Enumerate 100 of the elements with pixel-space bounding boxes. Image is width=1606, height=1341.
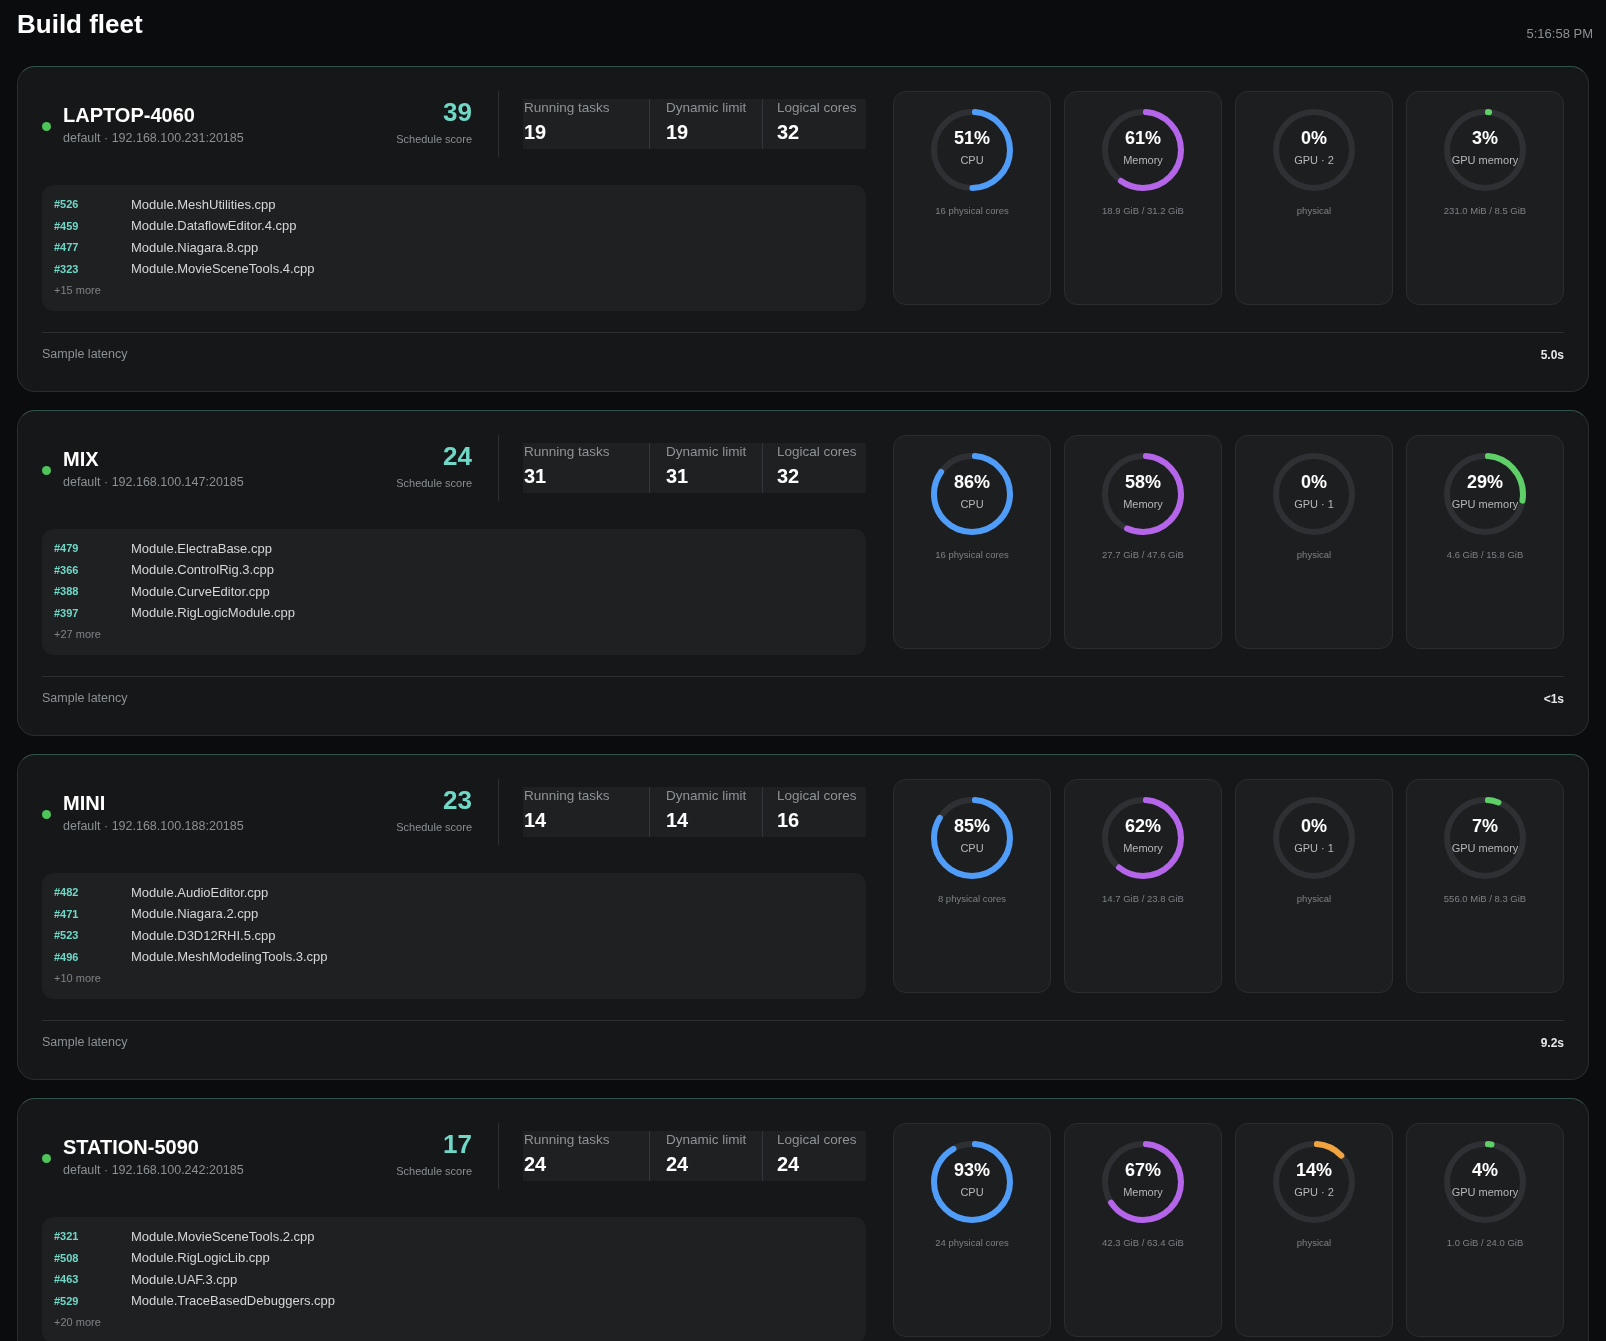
gauge-detail: 4.6 GiB / 15.8 GiB xyxy=(1446,547,1524,562)
schedule-score: 24 xyxy=(443,439,472,473)
task-id: #323 xyxy=(54,261,80,277)
stat-label: Dynamic limit xyxy=(666,98,748,117)
stat-value: 16 xyxy=(777,807,801,833)
more-count: +10 more xyxy=(54,970,102,986)
gauge-percent: 67% xyxy=(1125,1159,1161,1181)
stat-label: Running tasks xyxy=(524,786,611,805)
task-file: Module.AudioEditor.cpp xyxy=(131,883,269,902)
gauge-percent: 7% xyxy=(1472,815,1498,837)
latency-value: 9.2s xyxy=(1540,1034,1564,1052)
stat-label: Running tasks xyxy=(524,98,611,117)
gauge-percent: 58% xyxy=(1125,471,1161,493)
task-id: #459 xyxy=(54,218,80,234)
more-count: +15 more xyxy=(54,282,102,298)
gauge-percent: 0% xyxy=(1301,471,1327,493)
latency-value: <1s xyxy=(1543,690,1564,708)
task-file: Module.RigLogicModule.cpp xyxy=(131,604,296,622)
gauge-detail: physical xyxy=(1296,1235,1332,1250)
task-file: Module.MeshModelingTools.3.cpp xyxy=(131,948,328,966)
gauge-label: CPU xyxy=(960,153,984,168)
score-label: Schedule score xyxy=(396,819,472,835)
stat-value: 14 xyxy=(666,807,690,833)
gauge-percent: 4% xyxy=(1472,1159,1498,1181)
gauge-percent: 3% xyxy=(1472,127,1498,149)
gauge-percent: 51% xyxy=(954,127,990,149)
task-id: #321 xyxy=(54,1229,80,1244)
task-id: #388 xyxy=(54,584,80,599)
gauge-detail: physical xyxy=(1296,891,1332,906)
latency-value: 5.0s xyxy=(1540,346,1564,364)
stat-value: 24 xyxy=(777,1151,801,1177)
task-file: Module.MovieSceneTools.2.cpp xyxy=(131,1227,315,1246)
gauge-percent: 14% xyxy=(1296,1159,1332,1181)
gauge-percent: 0% xyxy=(1301,127,1327,149)
task-id: #508 xyxy=(54,1250,80,1266)
stat-label: Dynamic limit xyxy=(666,442,748,461)
host-address: default · 192.168.100.242:20185 xyxy=(63,1161,244,1179)
task-id: #479 xyxy=(54,541,80,556)
stat-value: 31 xyxy=(666,463,690,489)
stat-label: Dynamic limit xyxy=(666,1130,748,1149)
task-id: #526 xyxy=(54,197,80,212)
gauge-detail: physical xyxy=(1296,203,1332,218)
page-title: Build fleet xyxy=(17,8,143,40)
gauge-label: GPU memory xyxy=(1451,497,1519,512)
stat-label: Running tasks xyxy=(524,1130,611,1149)
schedule-score: 17 xyxy=(443,1127,472,1161)
host-name: MIX xyxy=(63,446,100,472)
stat-value: 24 xyxy=(524,1151,548,1177)
host-address: default · 192.168.100.147:20185 xyxy=(63,473,244,491)
stat-label: Logical cores xyxy=(777,98,858,117)
host-address: default · 192.168.100.188:20185 xyxy=(63,817,244,835)
gauge-percent: 61% xyxy=(1125,127,1161,149)
gauge-detail: 556.0 MiB / 8.3 GiB xyxy=(1443,891,1527,906)
task-file: Module.Niagara.8.cpp xyxy=(131,238,259,257)
stat-value: 19 xyxy=(524,119,548,145)
task-file: Module.Niagara.2.cpp xyxy=(131,905,259,923)
score-label: Schedule score xyxy=(396,131,472,147)
task-file: Module.RigLogicLib.cpp xyxy=(131,1249,270,1267)
host-name: LAPTOP-4060 xyxy=(63,102,196,128)
score-label: Schedule score xyxy=(396,475,472,491)
gauge-label: Memory xyxy=(1123,1185,1163,1200)
gauge-label: Memory xyxy=(1123,497,1163,512)
gauge-label: GPU · 2 xyxy=(1294,1185,1334,1200)
latency-label: Sample latency xyxy=(42,690,128,708)
gauge-detail: 18.9 GiB / 31.2 GiB xyxy=(1102,203,1184,218)
task-id: #366 xyxy=(54,562,80,578)
task-file: Module.ElectraBase.cpp xyxy=(131,539,272,558)
gauge-detail: physical xyxy=(1296,547,1332,562)
gauge-percent: 93% xyxy=(954,1159,990,1181)
stat-label: Running tasks xyxy=(524,442,611,461)
stat-value: 32 xyxy=(777,119,801,145)
host-name: STATION-5090 xyxy=(63,1134,200,1160)
task-id: #496 xyxy=(54,949,80,965)
gauge-label: GPU · 2 xyxy=(1294,153,1334,168)
stat-label: Dynamic limit xyxy=(666,786,748,805)
gauge-label: GPU memory xyxy=(1451,841,1519,856)
task-id: #471 xyxy=(54,906,80,922)
task-id: #397 xyxy=(54,605,80,621)
stat-label: Logical cores xyxy=(777,786,858,805)
task-id: #477 xyxy=(54,240,80,255)
task-file: Module.DataflowEditor.4.cpp xyxy=(131,217,297,235)
gauge-label: Memory xyxy=(1123,153,1163,168)
gauge-label: CPU xyxy=(960,841,984,856)
score-label: Schedule score xyxy=(396,1163,472,1179)
task-file: Module.MeshUtilities.cpp xyxy=(131,195,276,214)
gauge-percent: 29% xyxy=(1467,471,1503,493)
stat-label: Logical cores xyxy=(777,442,858,461)
gauge-detail: 8 physical cores xyxy=(937,891,1007,906)
gauge-percent: 86% xyxy=(954,471,990,493)
task-file: Module.ControlRig.3.cpp xyxy=(131,561,275,579)
stat-value: 19 xyxy=(666,119,690,145)
gauge-detail: 16 physical cores xyxy=(935,547,1009,562)
task-id: #523 xyxy=(54,928,80,943)
latency-label: Sample latency xyxy=(42,1034,128,1052)
gauge-detail: 16 physical cores xyxy=(935,203,1009,218)
stat-value: 32 xyxy=(777,463,801,489)
gauge-detail: 42.3 GiB / 63.4 GiB xyxy=(1102,1235,1184,1250)
task-file: Module.UAF.3.cpp xyxy=(131,1270,238,1289)
task-id: #529 xyxy=(54,1293,80,1309)
gauge-percent: 0% xyxy=(1301,815,1327,837)
